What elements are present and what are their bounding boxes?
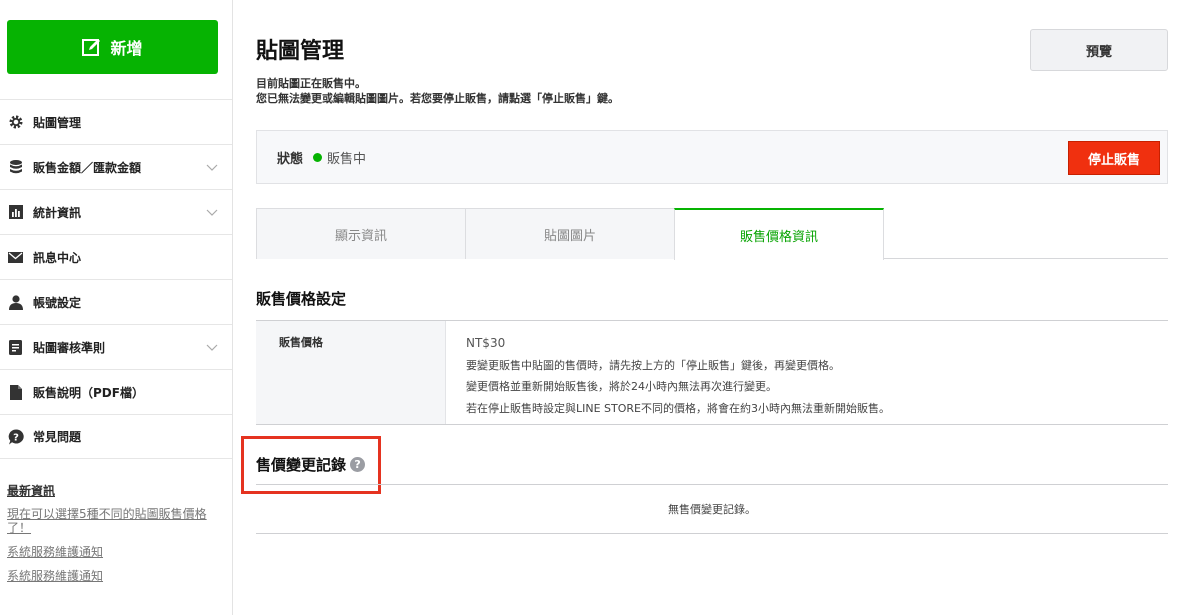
- chevron-down-icon: [206, 209, 218, 216]
- sidebar-item-account-settings[interactable]: 帳號設定: [0, 279, 232, 324]
- sidebar-item-label: 販售金額／匯款金額: [33, 160, 142, 175]
- sidebar-item-label: 統計資訊: [33, 205, 82, 220]
- news-title[interactable]: 最新資訊: [7, 482, 222, 499]
- status-panel: 狀態 販售中 停止販售: [256, 130, 1168, 184]
- description-line: 目前貼圖正在販售中。: [256, 77, 366, 90]
- status-value: 販售中: [327, 151, 367, 167]
- preview-button[interactable]: 預覽: [1030, 29, 1168, 71]
- svg-text:?: ?: [13, 432, 19, 443]
- sidebar-item-sales-amount[interactable]: 販售金額／匯款金額: [0, 144, 232, 189]
- user-icon: [7, 294, 24, 311]
- tab-bar: 顯示資訊 貼圖圖片 販售價格資訊: [256, 208, 1168, 260]
- sidebar-item-review-guidelines[interactable]: 貼圖審核準則: [0, 324, 232, 369]
- price-value: NT$30: [466, 336, 506, 350]
- gear-icon: [7, 114, 24, 131]
- price-history-table: 無售價變更記錄。: [256, 484, 1168, 534]
- description-line: 您已無法變更或編輯貼圖圖片。若您要停止販售，請點選「停止販售」鍵。: [256, 92, 619, 105]
- sidebar-item-sales-guide-pdf[interactable]: 販售說明（PDF檔）: [0, 369, 232, 414]
- news-link[interactable]: 系統服務維護通知: [7, 545, 222, 559]
- news-link[interactable]: 系統服務維護通知: [7, 569, 222, 583]
- sidebar-item-label: 貼圖審核準則: [33, 340, 106, 355]
- page-title: 貼圖管理: [256, 39, 345, 64]
- sidebar-item-label: 帳號設定: [33, 295, 82, 310]
- envelope-icon: [7, 249, 24, 266]
- status-dot-icon: [313, 152, 323, 162]
- document-icon: [7, 339, 24, 356]
- price-note: 變更價格並重新開始販售後，將於24小時內無法再次進行變更。: [466, 380, 777, 393]
- sidebar-nav: 貼圖管理 販售金額／匯款金額 統計資訊 訊息中心 帳號設定 貼圖審核準則 販售說…: [0, 99, 232, 459]
- empty-history-text: 無售價變更記錄。: [668, 503, 756, 516]
- price-note: 要變更販售中貼圖的售價時，請先按上方的「停止販售」鍵後，再變更價格。: [466, 358, 840, 372]
- chevron-down-icon: [206, 164, 218, 171]
- question-icon: ?: [7, 428, 24, 445]
- tab-sticker-images[interactable]: 貼圖圖片: [465, 208, 675, 259]
- sidebar-item-label: 貼圖管理: [33, 115, 82, 130]
- sidebar-item-messages[interactable]: 訊息中心: [0, 234, 232, 279]
- sidebar: 新增 貼圖管理 販售金額／匯款金額 統計資訊 訊息中心 帳號設定 貼圖審核準則 …: [0, 0, 233, 615]
- sidebar-item-label: 常見問題: [33, 430, 82, 444]
- status-label: 狀態: [277, 151, 304, 167]
- price-row-label: 販售價格: [256, 321, 446, 424]
- page-description: 目前貼圖正在販售中。 您已無法變更或編輯貼圖圖片。若您要停止販售，請點選「停止販…: [256, 76, 619, 106]
- file-icon: [7, 384, 24, 401]
- sidebar-item-statistics[interactable]: 統計資訊: [0, 189, 232, 234]
- new-sticker-label: 新增: [110, 39, 143, 58]
- new-sticker-button[interactable]: 新增: [7, 20, 218, 74]
- chevron-down-icon: [206, 344, 218, 351]
- sidebar-item-faq[interactable]: ? 常見問題: [0, 414, 232, 459]
- stop-sales-button[interactable]: 停止販售: [1068, 141, 1160, 175]
- bar-chart-icon: [7, 204, 24, 221]
- price-section-title: 販售價格設定: [256, 290, 347, 308]
- price-table: 販售價格 NT$30 要變更販售中貼圖的售價時，請先按上方的「停止販售」鍵後，再…: [256, 320, 1168, 425]
- sidebar-item-sticker-management[interactable]: 貼圖管理: [0, 99, 232, 144]
- tab-display-info[interactable]: 顯示資訊: [256, 208, 466, 259]
- price-row-content: NT$30 要變更販售中貼圖的售價時，請先按上方的「停止販售」鍵後，再變更價格。…: [446, 321, 890, 424]
- news-section: 最新資訊 現在可以選擇5種不同的貼圖販售價格了！ 系統服務維護通知 系統服務維護…: [7, 482, 222, 593]
- news-link[interactable]: 現在可以選擇5種不同的貼圖販售價格了！: [7, 507, 222, 535]
- sidebar-item-label: 販售說明（PDF檔）: [33, 385, 144, 400]
- sidebar-item-label: 訊息中心: [33, 250, 82, 265]
- coins-icon: [7, 159, 24, 176]
- tab-sales-price-info[interactable]: 販售價格資訊: [674, 208, 884, 260]
- price-note: 若在停止販售時設定與LINE STORE不同的價格，將會在約3小時內無法重新開始…: [466, 401, 890, 415]
- edit-icon: [82, 39, 101, 56]
